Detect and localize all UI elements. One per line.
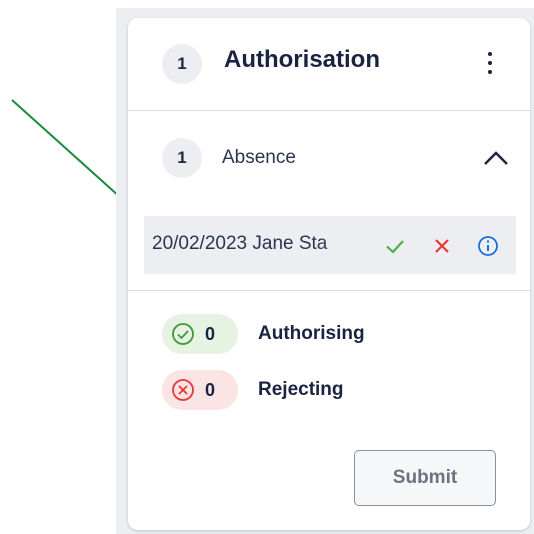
rejecting-label: Rejecting bbox=[258, 379, 344, 400]
close-icon[interactable] bbox=[430, 234, 454, 258]
absence-section-label: Absence bbox=[222, 147, 296, 168]
info-icon[interactable] bbox=[476, 234, 500, 258]
authorising-count-pill: 0 bbox=[162, 314, 238, 354]
kebab-menu-icon[interactable] bbox=[482, 50, 498, 76]
absence-count-badge: 1 bbox=[162, 138, 202, 178]
chevron-up-icon[interactable] bbox=[480, 146, 512, 170]
rejecting-count: 0 bbox=[205, 379, 216, 400]
row-divider bbox=[128, 290, 530, 291]
x-circle-icon bbox=[172, 379, 194, 401]
authorising-label: Authorising bbox=[258, 323, 365, 344]
authorisation-count-badge: 1 bbox=[162, 44, 202, 84]
authorising-count: 0 bbox=[205, 323, 216, 344]
panel-title: Authorisation bbox=[224, 46, 380, 73]
header-divider bbox=[128, 110, 530, 111]
row-text-fade bbox=[320, 216, 380, 274]
check-circle-icon bbox=[172, 323, 194, 345]
submit-button[interactable]: Submit bbox=[354, 450, 496, 506]
check-icon[interactable] bbox=[383, 234, 407, 258]
rejecting-count-pill: 0 bbox=[162, 370, 238, 410]
